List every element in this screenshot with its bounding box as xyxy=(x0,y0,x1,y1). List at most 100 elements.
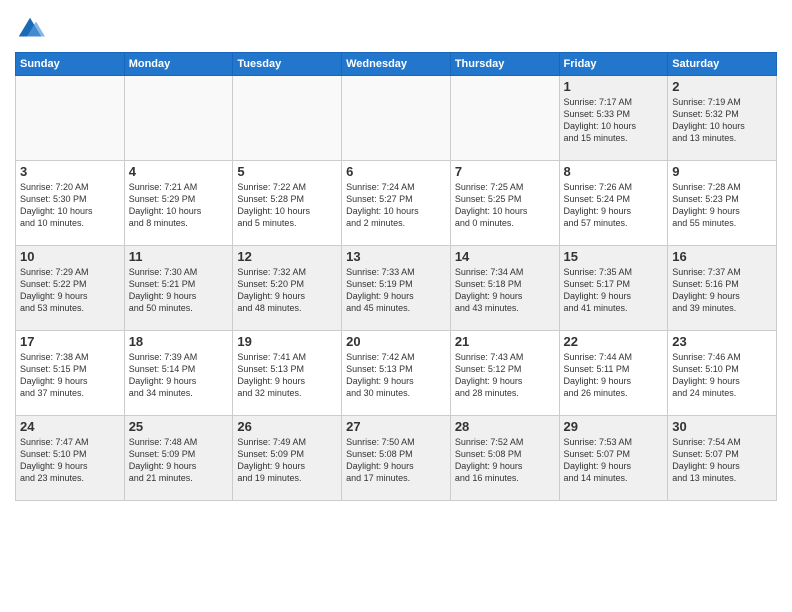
weekday-header-wednesday: Wednesday xyxy=(342,53,451,76)
day-info: Sunrise: 7:33 AM Sunset: 5:19 PM Dayligh… xyxy=(346,266,446,315)
day-cell: 19 Sunrise: 7:41 AM Sunset: 5:13 PM Dayli… xyxy=(233,331,342,416)
day-info: Sunrise: 7:43 AM Sunset: 5:12 PM Dayligh… xyxy=(455,351,555,400)
day-cell: 18Sunrise: 7:39 AM Sunset: 5:14 PM Dayli… xyxy=(124,331,233,416)
calendar: SundayMondayTuesdayWednesdayThursdayFrid… xyxy=(15,52,777,501)
week-row-3: 17 Sunrise: 7:38 AM Sunset: 5:15 PM Dayli… xyxy=(16,331,777,416)
day-number: 26 xyxy=(237,419,337,434)
day-info: Sunrise: 7:26 AM Sunset: 5:24 PM Dayligh… xyxy=(564,181,664,230)
day-info: Sunrise: 7:28 AM Sunset: 5:23 PM Dayligh… xyxy=(672,181,772,230)
day-number: 12 xyxy=(237,249,337,264)
day-cell: 30 Sunrise: 7:54 AM Sunset: 5:07 PM Dayli… xyxy=(668,416,777,501)
day-cell: 26 Sunrise: 7:49 AM Sunset: 5:09 PM Dayli… xyxy=(233,416,342,501)
day-number: 17 xyxy=(20,334,120,349)
day-info: Sunrise: 7:42 AM Sunset: 5:13 PM Dayligh… xyxy=(346,351,446,400)
weekday-header-tuesday: Tuesday xyxy=(233,53,342,76)
calendar-header: SundayMondayTuesdayWednesdayThursdayFrid… xyxy=(16,53,777,76)
day-cell: 3Sunrise: 7:20 AM Sunset: 5:30 PM Daylig… xyxy=(16,161,125,246)
day-number: 21 xyxy=(455,334,555,349)
logo xyxy=(15,14,49,44)
day-info: Sunrise: 7:52 AM Sunset: 5:08 PM Dayligh… xyxy=(455,436,555,485)
day-info: Sunrise: 7:29 AM Sunset: 5:22 PM Dayligh… xyxy=(20,266,120,315)
day-cell: 1Sunrise: 7:17 AM Sunset: 5:33 PM Daylig… xyxy=(559,76,668,161)
day-number: 25 xyxy=(129,419,229,434)
day-info: Sunrise: 7:30 AM Sunset: 5:21 PM Dayligh… xyxy=(129,266,229,315)
day-number: 8 xyxy=(564,164,664,179)
day-info: Sunrise: 7:20 AM Sunset: 5:30 PM Dayligh… xyxy=(20,181,120,230)
page-container: SundayMondayTuesdayWednesdayThursdayFrid… xyxy=(0,0,792,506)
day-number: 19 xyxy=(237,334,337,349)
day-number: 29 xyxy=(564,419,664,434)
day-cell: 22Sunrise: 7:44 AM Sunset: 5:11 PM Dayli… xyxy=(559,331,668,416)
day-cell: 6 Sunrise: 7:24 AM Sunset: 5:27 PM Daylig… xyxy=(342,161,451,246)
day-cell: 4 Sunrise: 7:21 AM Sunset: 5:29 PM Daylig… xyxy=(124,161,233,246)
day-number: 10 xyxy=(20,249,120,264)
day-info: Sunrise: 7:50 AM Sunset: 5:08 PM Dayligh… xyxy=(346,436,446,485)
day-cell: 28 Sunrise: 7:52 AM Sunset: 5:08 PM Dayli… xyxy=(450,416,559,501)
day-info: Sunrise: 7:35 AM Sunset: 5:17 PM Dayligh… xyxy=(564,266,664,315)
day-number: 18 xyxy=(129,334,229,349)
week-row-0: 1Sunrise: 7:17 AM Sunset: 5:33 PM Daylig… xyxy=(16,76,777,161)
day-number: 5 xyxy=(237,164,337,179)
day-info: Sunrise: 7:38 AM Sunset: 5:15 PM Dayligh… xyxy=(20,351,120,400)
week-row-1: 3Sunrise: 7:20 AM Sunset: 5:30 PM Daylig… xyxy=(16,161,777,246)
weekday-header-thursday: Thursday xyxy=(450,53,559,76)
day-info: Sunrise: 7:49 AM Sunset: 5:09 PM Dayligh… xyxy=(237,436,337,485)
day-cell: 10 Sunrise: 7:29 AM Sunset: 5:22 PM Dayli… xyxy=(16,246,125,331)
day-cell: 12 Sunrise: 7:32 AM Sunset: 5:20 PM Dayli… xyxy=(233,246,342,331)
day-cell xyxy=(124,76,233,161)
day-number: 30 xyxy=(672,419,772,434)
day-info: Sunrise: 7:41 AM Sunset: 5:13 PM Dayligh… xyxy=(237,351,337,400)
day-cell xyxy=(16,76,125,161)
weekday-header-friday: Friday xyxy=(559,53,668,76)
day-cell: 13 Sunrise: 7:33 AM Sunset: 5:19 PM Dayli… xyxy=(342,246,451,331)
weekday-header-monday: Monday xyxy=(124,53,233,76)
day-number: 4 xyxy=(129,164,229,179)
day-info: Sunrise: 7:37 AM Sunset: 5:16 PM Dayligh… xyxy=(672,266,772,315)
calendar-body: 1Sunrise: 7:17 AM Sunset: 5:33 PM Daylig… xyxy=(16,76,777,501)
weekday-row: SundayMondayTuesdayWednesdayThursdayFrid… xyxy=(16,53,777,76)
day-info: Sunrise: 7:24 AM Sunset: 5:27 PM Dayligh… xyxy=(346,181,446,230)
day-cell: 29 Sunrise: 7:53 AM Sunset: 5:07 PM Dayli… xyxy=(559,416,668,501)
day-number: 20 xyxy=(346,334,446,349)
day-number: 1 xyxy=(564,79,664,94)
day-cell: 20 Sunrise: 7:42 AM Sunset: 5:13 PM Dayli… xyxy=(342,331,451,416)
day-cell: 5 Sunrise: 7:22 AM Sunset: 5:28 PM Daylig… xyxy=(233,161,342,246)
day-info: Sunrise: 7:19 AM Sunset: 5:32 PM Dayligh… xyxy=(672,96,772,145)
day-number: 11 xyxy=(129,249,229,264)
day-number: 7 xyxy=(455,164,555,179)
day-number: 16 xyxy=(672,249,772,264)
day-info: Sunrise: 7:46 AM Sunset: 5:10 PM Dayligh… xyxy=(672,351,772,400)
day-number: 27 xyxy=(346,419,446,434)
day-number: 24 xyxy=(20,419,120,434)
day-cell xyxy=(450,76,559,161)
day-cell: 23 Sunrise: 7:46 AM Sunset: 5:10 PM Dayli… xyxy=(668,331,777,416)
day-number: 6 xyxy=(346,164,446,179)
day-cell: 11 Sunrise: 7:30 AM Sunset: 5:21 PM Dayli… xyxy=(124,246,233,331)
weekday-header-sunday: Sunday xyxy=(16,53,125,76)
logo-icon xyxy=(15,14,45,44)
day-cell: 2 Sunrise: 7:19 AM Sunset: 5:32 PM Daylig… xyxy=(668,76,777,161)
day-cell: 17 Sunrise: 7:38 AM Sunset: 5:15 PM Dayli… xyxy=(16,331,125,416)
day-info: Sunrise: 7:21 AM Sunset: 5:29 PM Dayligh… xyxy=(129,181,229,230)
day-info: Sunrise: 7:47 AM Sunset: 5:10 PM Dayligh… xyxy=(20,436,120,485)
day-number: 23 xyxy=(672,334,772,349)
day-cell xyxy=(233,76,342,161)
day-cell: 21 Sunrise: 7:43 AM Sunset: 5:12 PM Dayli… xyxy=(450,331,559,416)
day-number: 15 xyxy=(564,249,664,264)
day-number: 2 xyxy=(672,79,772,94)
day-info: Sunrise: 7:22 AM Sunset: 5:28 PM Dayligh… xyxy=(237,181,337,230)
day-number: 28 xyxy=(455,419,555,434)
day-info: Sunrise: 7:34 AM Sunset: 5:18 PM Dayligh… xyxy=(455,266,555,315)
day-cell: 7Sunrise: 7:25 AM Sunset: 5:25 PM Daylig… xyxy=(450,161,559,246)
day-info: Sunrise: 7:53 AM Sunset: 5:07 PM Dayligh… xyxy=(564,436,664,485)
day-info: Sunrise: 7:32 AM Sunset: 5:20 PM Dayligh… xyxy=(237,266,337,315)
header-area xyxy=(15,10,777,44)
day-number: 13 xyxy=(346,249,446,264)
week-row-2: 10 Sunrise: 7:29 AM Sunset: 5:22 PM Dayli… xyxy=(16,246,777,331)
day-cell: 25 Sunrise: 7:48 AM Sunset: 5:09 PM Dayli… xyxy=(124,416,233,501)
day-cell: 24 Sunrise: 7:47 AM Sunset: 5:10 PM Dayli… xyxy=(16,416,125,501)
day-info: Sunrise: 7:48 AM Sunset: 5:09 PM Dayligh… xyxy=(129,436,229,485)
day-cell: 8 Sunrise: 7:26 AM Sunset: 5:24 PM Daylig… xyxy=(559,161,668,246)
day-cell: 27 Sunrise: 7:50 AM Sunset: 5:08 PM Dayli… xyxy=(342,416,451,501)
day-info: Sunrise: 7:54 AM Sunset: 5:07 PM Dayligh… xyxy=(672,436,772,485)
